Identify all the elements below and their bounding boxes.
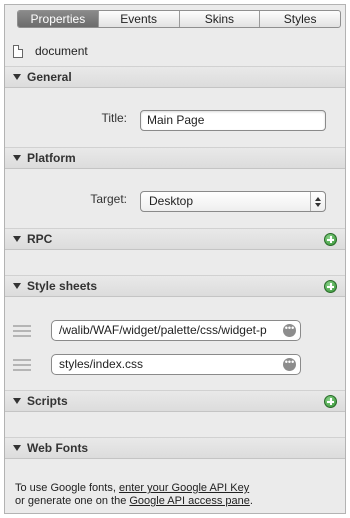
more-options-icon[interactable]: ••• — [283, 358, 296, 371]
disclosure-triangle-icon — [13, 445, 21, 451]
section-rpc[interactable]: RPC — [5, 228, 345, 250]
title-input[interactable]: Main Page — [140, 110, 326, 131]
section-title-scripts: Scripts — [27, 394, 68, 408]
drag-handle-icon[interactable] — [13, 359, 31, 371]
disclosure-triangle-icon — [13, 398, 21, 404]
select-arrows-icon — [310, 192, 325, 211]
document-icon — [13, 44, 23, 58]
section-style-sheets[interactable]: Style sheets — [5, 275, 345, 297]
add-style-sheet-icon[interactable] — [324, 280, 337, 293]
help-text-3: . — [249, 495, 253, 507]
disclosure-triangle-icon — [13, 74, 21, 80]
disclosure-triangle-icon — [13, 283, 21, 289]
style-sheet-path: styles/index.css — [59, 357, 144, 371]
properties-panel: Properties Events Skins Styles document … — [4, 4, 346, 514]
target-select-value: Desktop — [149, 194, 194, 208]
disclosure-triangle-icon — [13, 236, 21, 242]
more-options-icon[interactable]: ••• — [283, 324, 296, 337]
section-title-rpc: RPC — [27, 232, 53, 246]
section-title-web-fonts: Web Fonts — [27, 441, 89, 455]
section-general[interactable]: General — [5, 66, 345, 88]
api-key-link[interactable]: enter your Google API Key — [119, 482, 249, 494]
api-access-pane-link[interactable]: Google API access pane — [129, 495, 249, 507]
style-sheet-path-input[interactable]: styles/index.css ••• — [51, 354, 301, 375]
target-select[interactable]: Desktop — [140, 191, 326, 212]
document-row: document — [13, 41, 88, 61]
style-sheet-path: /walib/WAF/widget/palette/css/widget-p — [59, 323, 267, 337]
section-title-platform: Platform — [27, 151, 76, 165]
add-script-icon[interactable] — [324, 395, 337, 408]
title-label: Title: — [101, 111, 127, 125]
tab-styles[interactable]: Styles — [259, 11, 340, 27]
style-sheet-path-input[interactable]: /walib/WAF/widget/palette/css/widget-p •… — [51, 320, 301, 341]
section-scripts[interactable]: Scripts — [5, 390, 345, 412]
target-label: Target: — [90, 192, 127, 206]
section-title-style-sheets: Style sheets — [27, 279, 98, 293]
google-fonts-help: To use Google fonts, enter your Google A… — [15, 482, 253, 508]
section-web-fonts[interactable]: Web Fonts — [5, 437, 345, 459]
help-text-2: or generate one on the — [15, 495, 130, 507]
tab-bar: Properties Events Skins Styles — [17, 10, 341, 28]
help-text-1: To use Google fonts, — [15, 482, 119, 494]
tab-properties[interactable]: Properties — [18, 11, 98, 27]
section-title-general: General — [27, 70, 72, 84]
disclosure-triangle-icon — [13, 155, 21, 161]
section-platform[interactable]: Platform — [5, 147, 345, 169]
tab-skins[interactable]: Skins — [178, 11, 260, 27]
tab-events[interactable]: Events — [97, 11, 179, 27]
drag-handle-icon[interactable] — [13, 325, 31, 337]
add-rpc-icon[interactable] — [324, 233, 337, 246]
document-label: document — [35, 44, 88, 58]
